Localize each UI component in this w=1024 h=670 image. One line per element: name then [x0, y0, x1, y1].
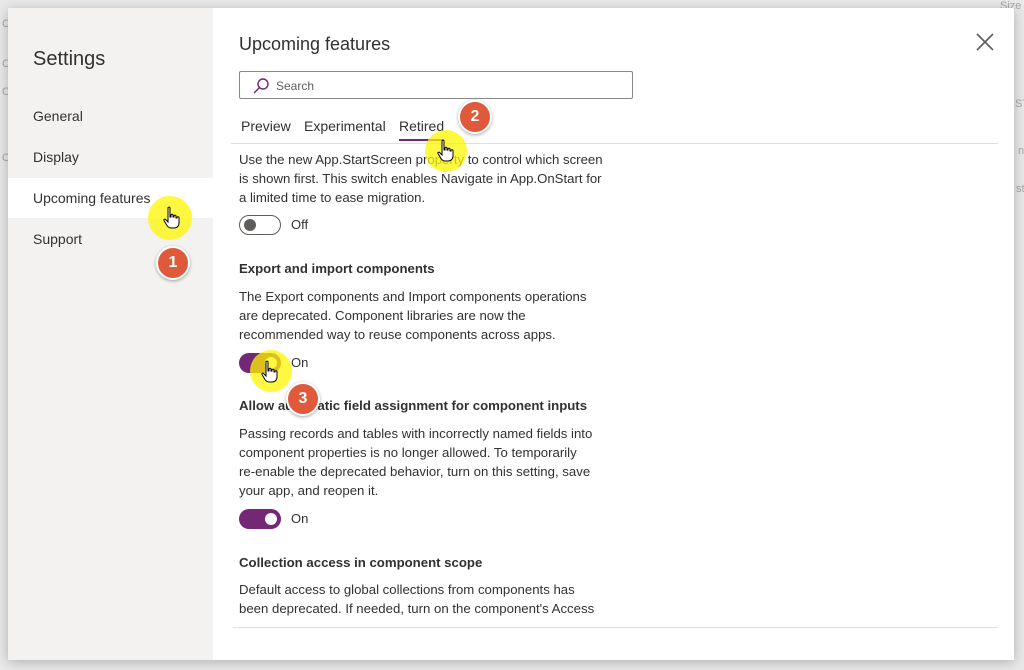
step-badge-2: 2 — [458, 100, 492, 134]
search-box[interactable] — [239, 71, 633, 99]
tab-preview[interactable]: Preview — [241, 118, 291, 134]
hand-pointer-icon — [437, 139, 454, 162]
settings-dialog: Settings General Display Upcoming featur… — [8, 8, 1014, 660]
close-icon — [976, 33, 994, 51]
toggle-state-label: On — [291, 511, 309, 526]
step-badge-1: 1 — [156, 246, 190, 280]
feature-title: Collection access in component scope — [239, 555, 483, 570]
toggle-state-label: On — [291, 355, 309, 370]
step-badge-3: 3 — [286, 382, 320, 416]
page-title: Upcoming features — [239, 34, 391, 54]
toggle-knob — [265, 513, 277, 525]
close-button[interactable] — [973, 30, 997, 54]
tab-experimental[interactable]: Experimental — [304, 118, 386, 134]
feature-description: Passing records and tables with incorrec… — [239, 426, 593, 498]
toggle-knob — [244, 219, 256, 231]
toggle-state-label: Off — [291, 217, 309, 232]
search-icon — [253, 78, 269, 94]
background-fragment: n — [1018, 145, 1024, 157]
feature-description: The Export components and Import compone… — [239, 289, 587, 342]
sidebar-item-display[interactable]: Display — [8, 137, 213, 177]
settings-sidebar: Settings General Display Upcoming featur… — [8, 8, 213, 660]
sidebar-title: Settings — [33, 48, 106, 70]
sidebar-item-general[interactable]: General — [8, 96, 213, 136]
hand-pointer-icon — [261, 360, 278, 383]
footer-divider — [233, 627, 998, 628]
hand-pointer-icon — [163, 206, 180, 229]
background-fragment: ST — [1015, 98, 1024, 110]
feature-toggle-field-assignment[interactable] — [239, 509, 281, 529]
feature-title: Export and import components — [239, 261, 435, 276]
feature-description: Default access to global collections fro… — [239, 582, 595, 616]
feature-toggle-start-screen[interactable] — [239, 215, 281, 235]
search-input[interactable] — [274, 75, 618, 97]
background-fragment: st — [1016, 183, 1024, 195]
settings-main-panel: Upcoming features Preview Experimental R… — [213, 8, 1014, 660]
